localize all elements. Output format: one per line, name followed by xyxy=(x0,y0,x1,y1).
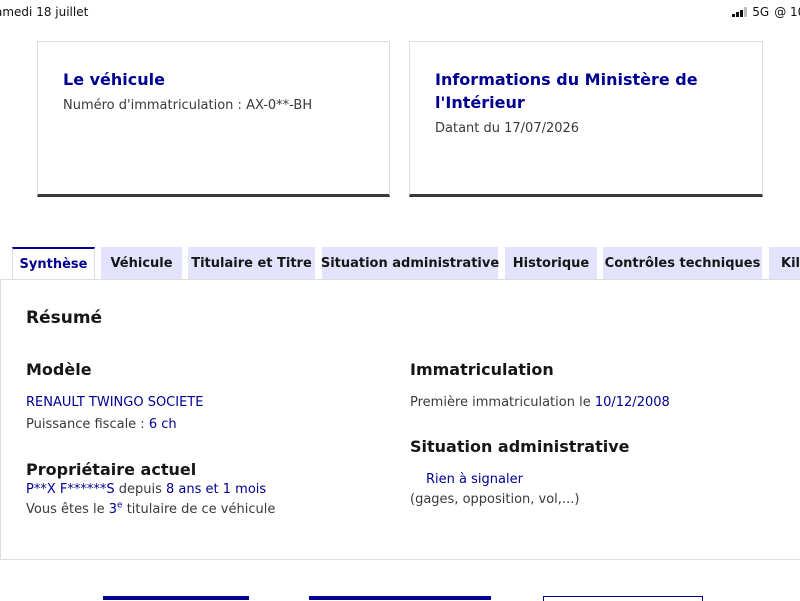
ministry-card-date: Datant du 17/07/2026 xyxy=(435,121,580,136)
tab-historique[interactable]: Historique xyxy=(505,247,597,280)
tab-titulaire[interactable]: Titulaire et Titre xyxy=(188,247,315,280)
status-bar: amedi 18 juillet 5G @ 10( xyxy=(0,0,800,26)
resume-heading: Résumé xyxy=(26,308,103,328)
network-label: 5G xyxy=(752,5,770,19)
immatriculation-heading: Immatriculation xyxy=(410,360,554,379)
owner-rank-number: 3e xyxy=(108,500,123,517)
situation-detail: (gages, opposition, vol,...) xyxy=(410,492,580,507)
action-button-primary-1[interactable] xyxy=(103,596,249,600)
model-name: RENAULT TWINGO SOCIETE xyxy=(26,395,204,410)
fiscal-power: Puissance fiscale : 6 ch xyxy=(26,417,177,432)
ministry-card[interactable]: Informations du Ministère de l'Intérieur… xyxy=(409,41,763,197)
modele-heading: Modèle xyxy=(26,360,92,379)
first-registration-date: 10/12/2008 xyxy=(594,395,670,410)
proprietaire-heading: Propriétaire actuel xyxy=(26,460,197,479)
tab-kilometrage[interactable]: Kil xyxy=(769,247,800,280)
tab-vehicule[interactable]: Véhicule xyxy=(101,247,182,280)
vehicle-card-title[interactable]: Le véhicule xyxy=(63,68,369,91)
tab-bar: Synthèse Véhicule Titulaire et Titre Sit… xyxy=(12,247,800,280)
owner-rank-suffix: titulaire de ce véhicule xyxy=(126,502,276,517)
action-button-secondary[interactable] xyxy=(543,596,703,601)
owner-duration: 8 ans et 1 mois xyxy=(166,482,267,497)
owner-since-label: depuis xyxy=(118,482,162,497)
vehicle-card-plate: Numéro d'immatriculation : AX-0**-BH xyxy=(63,98,313,113)
fiscal-power-label: Puissance fiscale : xyxy=(26,417,145,432)
action-button-primary-2[interactable] xyxy=(309,596,491,600)
synthese-panel: Résumé Modèle RENAULT TWINGO SOCIETE Pui… xyxy=(0,279,800,560)
status-date: amedi 18 juillet xyxy=(0,5,89,19)
tab-controles-techniques[interactable]: Contrôles techniques xyxy=(603,247,762,280)
tab-situation-administrative[interactable]: Situation administrative xyxy=(321,247,499,280)
tab-synthese[interactable]: Synthèse xyxy=(12,247,95,280)
owner-line: P**X F******S depuis 8 ans et 1 mois xyxy=(26,482,266,497)
ministry-card-title[interactable]: Informations du Ministère de l'Intérieur xyxy=(435,68,742,114)
signal-icon xyxy=(732,7,748,17)
status-indicators: 5G @ 10( xyxy=(732,5,800,19)
owner-name: P**X F******S xyxy=(26,482,115,497)
situation-heading: Situation administrative xyxy=(410,437,630,456)
owner-rank-prefix: Vous êtes le xyxy=(26,502,105,517)
first-registration: Première immatriculation le 10/12/2008 xyxy=(410,395,670,410)
first-registration-label: Première immatriculation le xyxy=(410,395,591,410)
battery-label: @ 10( xyxy=(774,5,800,19)
vehicle-card[interactable]: Le véhicule Numéro d'immatriculation : A… xyxy=(37,41,390,197)
situation-status: Rien à signaler xyxy=(426,472,523,487)
owner-rank-line: Vous êtes le 3e titulaire de ce véhicule xyxy=(26,500,276,517)
fiscal-power-value: 6 ch xyxy=(148,417,177,432)
